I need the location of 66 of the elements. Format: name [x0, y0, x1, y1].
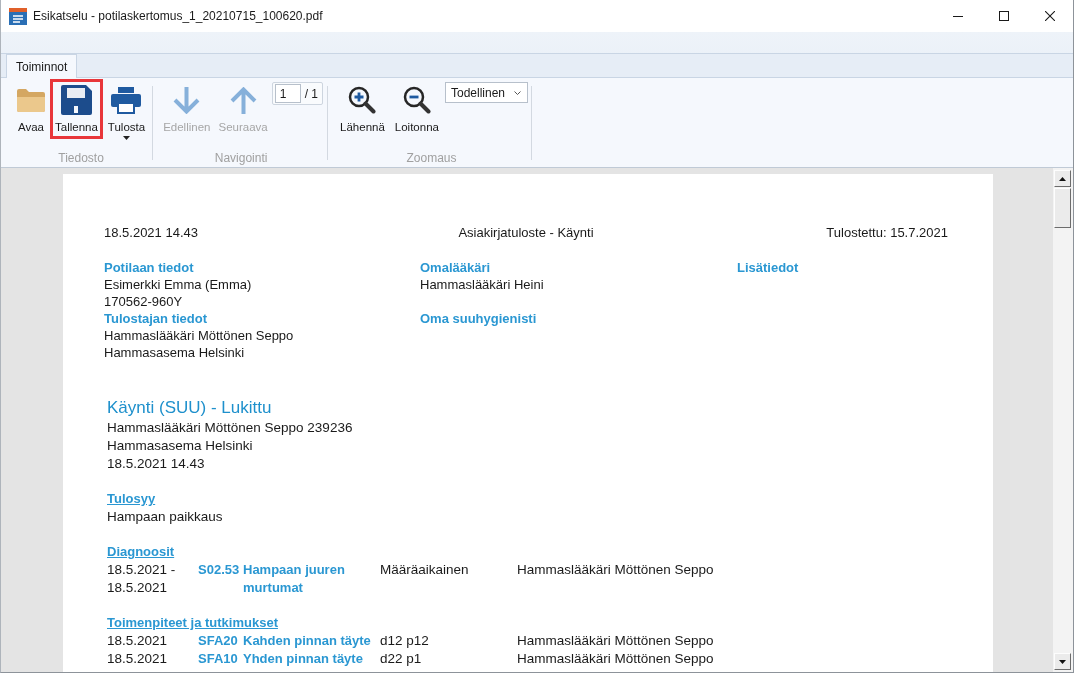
- page-number-field[interactable]: 1: [274, 84, 301, 103]
- entry-author: Hammaslääkäri Möttönen Seppo: [517, 650, 714, 668]
- entry-code: SFA20: [198, 632, 238, 650]
- open-button[interactable]: Avaa: [12, 79, 50, 139]
- print-button[interactable]: Tulosta: [102, 79, 151, 145]
- info-text: Hammaslääkäri Heini: [420, 276, 544, 293]
- visit-info: Hammaslääkäri Möttönen Seppo 239236: [107, 419, 353, 437]
- ribbon-tab[interactable]: Toiminnot: [6, 54, 78, 78]
- entry-code: SFA10: [198, 650, 238, 668]
- folder-icon: [17, 88, 45, 112]
- visit-title: Käynti (SUU) - Lukittu: [107, 397, 272, 419]
- entry-name: Hampaan juuren murtumat: [243, 561, 346, 597]
- info-text: Hammaslääkäri Möttönen Seppo: [104, 327, 294, 344]
- triangle-down-icon: [1059, 659, 1066, 664]
- zoom-in-button[interactable]: Lähennä: [335, 79, 390, 139]
- info-heading: Omalääkäri: [420, 259, 491, 276]
- maximize-icon: [999, 11, 1009, 21]
- section-heading: Diagnoosit: [107, 543, 175, 561]
- close-icon: [1045, 11, 1055, 21]
- info-text: Hammasasema Helsinki: [104, 344, 245, 361]
- info-heading: Potilaan tiedot: [104, 259, 194, 276]
- up-arrow-icon: [229, 86, 257, 114]
- entry-detail: d12 p12: [380, 632, 429, 650]
- zoom-out-icon: [402, 86, 431, 114]
- entry-date: 18.5.2021 - 18.5.2021: [107, 561, 177, 597]
- app-icon: [9, 7, 27, 25]
- chevron-icon: [514, 90, 521, 95]
- group-label: Tiedosto: [58, 150, 104, 167]
- document-title: Asiakirjatuloste - Käynti: [458, 224, 594, 241]
- visit-info: 18.5.2021 14.43: [107, 455, 205, 473]
- info-heading: Tulostajan tiedot: [104, 310, 208, 327]
- section-heading: Tulosyy: [107, 490, 156, 508]
- scroll-up-button[interactable]: [1054, 170, 1071, 187]
- minimize-icon: [953, 15, 963, 17]
- visit-info: Hammasasema Helsinki: [107, 437, 253, 455]
- page-count: / 1: [304, 86, 319, 101]
- print-date: 18.5.2021 14.43: [104, 224, 198, 241]
- info-text: 170562-960Y: [104, 293, 183, 310]
- info-heading: Lisätiedot: [737, 259, 799, 276]
- printed-date: Tulostettu: 15.7.2021: [826, 224, 948, 241]
- entry-date: 18.5.2021: [107, 650, 168, 668]
- entry-name: Kahden pinnan täyte: [243, 632, 371, 650]
- window-title: Esikatselu - potilaskertomus_1_20210715_100620.pdf: [33, 9, 323, 23]
- scroll-down-button[interactable]: [1054, 653, 1071, 670]
- scroll-thumb[interactable]: [1054, 188, 1071, 228]
- entry-author: Hammaslääkäri Möttönen Seppo: [517, 561, 714, 579]
- printer-icon: [111, 86, 142, 114]
- entry-name: Yhden pinnan täyte: [243, 650, 363, 668]
- entry-author: Hammaslääkäri Möttönen Seppo: [517, 632, 714, 650]
- entry-date: 18.5.2021: [107, 632, 168, 650]
- entry-detail: d22 p1: [380, 650, 422, 668]
- section-text: Hampaan paikkaus: [107, 508, 223, 526]
- group-label: Navigointi: [214, 150, 268, 167]
- group-label: Zoomaus: [406, 150, 457, 167]
- info-heading: Oma suuhygienisti: [420, 310, 537, 327]
- zoom-out-button[interactable]: Loitonna: [389, 79, 444, 139]
- section-heading: Toimenpiteet ja tutkimukset: [107, 614, 278, 632]
- zoom-dropdown[interactable]: Todellinen: [444, 82, 528, 103]
- entry-detail: Määräaikainen: [380, 561, 469, 579]
- zoom-in-icon: [348, 86, 377, 114]
- triangle-up-icon: [1059, 176, 1066, 181]
- caret-icon: [123, 136, 130, 140]
- info-text: Esimerkki Emma (Emma): [104, 276, 252, 293]
- save-button[interactable]: Tallenna: [50, 79, 103, 139]
- entry-code: S02.53: [198, 561, 240, 579]
- down-arrow-icon: [173, 86, 201, 114]
